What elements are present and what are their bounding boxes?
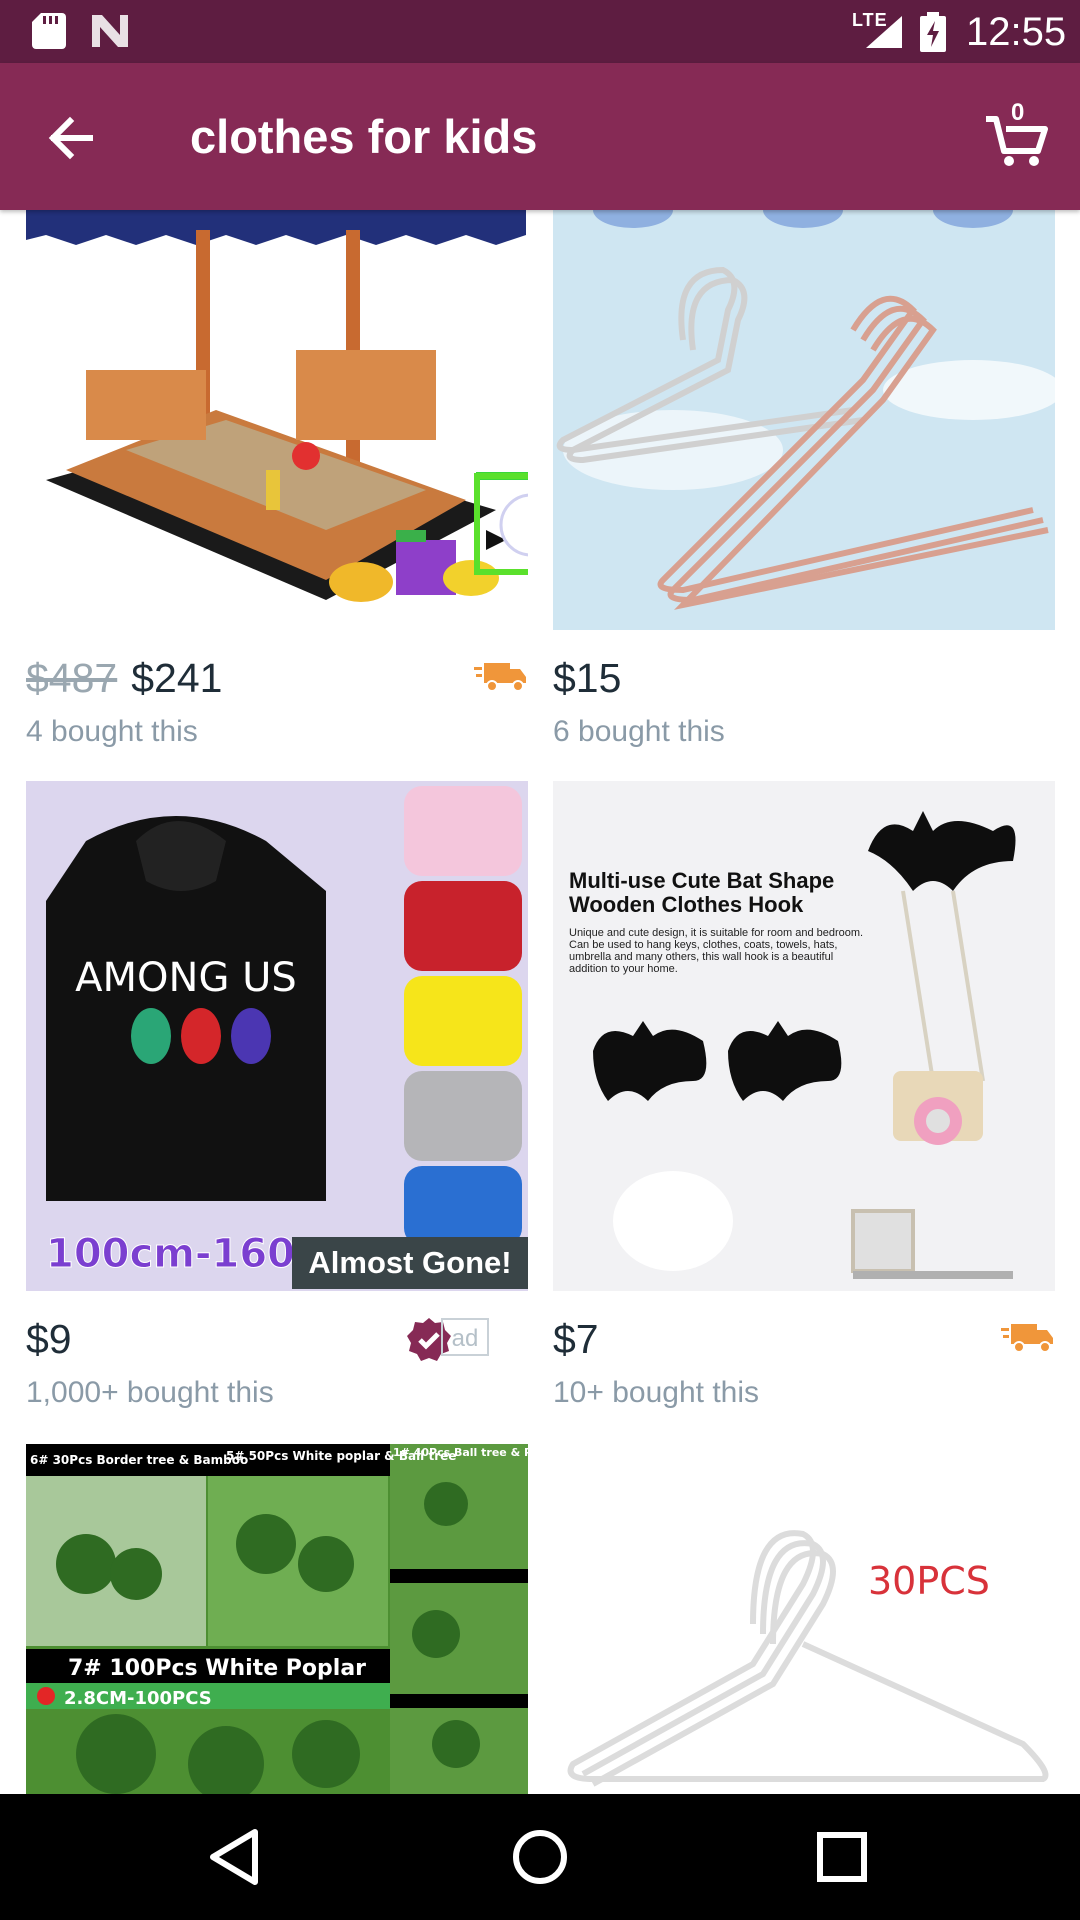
product-image-hoodie: AMONG US 100cm-160cm Almost Gone!: [26, 781, 528, 1291]
image-label: 2.8CM-100PCS: [64, 1688, 212, 1709]
nav-recents-icon[interactable]: [802, 1824, 882, 1890]
price-row: $15: [553, 655, 1055, 711]
almost-gone-badge: Almost Gone!: [292, 1237, 528, 1289]
image-label: 1# 40Pcs Ball tree & Pine: [393, 1446, 528, 1459]
bought-count: 4 bought this: [26, 715, 198, 748]
product-price: $7: [553, 1316, 599, 1362]
product-image-white-hangers: 30PCS: [553, 1444, 1055, 1794]
price-row: $9 ad: [26, 1316, 528, 1372]
product-price: $9: [26, 1316, 72, 1362]
notification-n-icon: [92, 15, 128, 47]
signal-icon: [866, 16, 902, 48]
image-label: 7# 100Pcs White Poplar: [68, 1656, 366, 1681]
product-image-bat-hooks: Multi-use Cute Bat Shape Wooden Clothes …: [553, 781, 1055, 1291]
image-label: 30PCS: [868, 1559, 990, 1603]
page-title: clothes for kids: [190, 110, 538, 163]
nav-back-icon[interactable]: [195, 1824, 275, 1890]
product-image-sandbox: touch: 100%: [26, 210, 528, 630]
image-label: 6# 30Pcs Border tree & Bamboo: [30, 1453, 248, 1467]
bought-count: 10+ bought this: [553, 1376, 760, 1409]
original-price: $487: [26, 655, 118, 701]
battery-icon: [920, 12, 946, 52]
sd-card-icon: [32, 13, 66, 49]
nav-home-icon[interactable]: [500, 1824, 580, 1890]
product-image-model-trees: 6# 30Pcs Border tree & Bamboo 5# 50Pcs W…: [26, 1444, 528, 1794]
product-price: $241: [131, 655, 223, 701]
bought-count: 1,000+ bought this: [26, 1376, 274, 1409]
app-toolbar: clothes for kids 0: [0, 63, 1080, 210]
bought-count: 6 bought this: [553, 715, 725, 748]
truck-icon: [1001, 1324, 1053, 1353]
product-image-hangers: [553, 210, 1055, 630]
product-price: $15: [553, 655, 622, 701]
system-nav-bar: [0, 1794, 1080, 1920]
status-bar: LTE 12:55: [0, 0, 1080, 63]
ad-badge: ad: [441, 1318, 489, 1356]
price-row: $487 $241: [26, 655, 528, 711]
image-description: Unique and cute design, it is suitable f…: [569, 927, 864, 975]
truck-icon: [474, 663, 526, 692]
image-headline: Multi-use Cute Bat Shape Wooden Clothes …: [569, 868, 835, 917]
price-row: $7: [553, 1316, 1055, 1372]
cart-count-badge: 0: [1011, 99, 1025, 126]
hoodie-print-text: AMONG US: [75, 955, 297, 1001]
product-grid: touch: 100% $487 $241 4 bought this $15 …: [0, 210, 1080, 1794]
clock: 12:55: [966, 10, 1067, 54]
back-arrow-icon[interactable]: [40, 107, 102, 169]
